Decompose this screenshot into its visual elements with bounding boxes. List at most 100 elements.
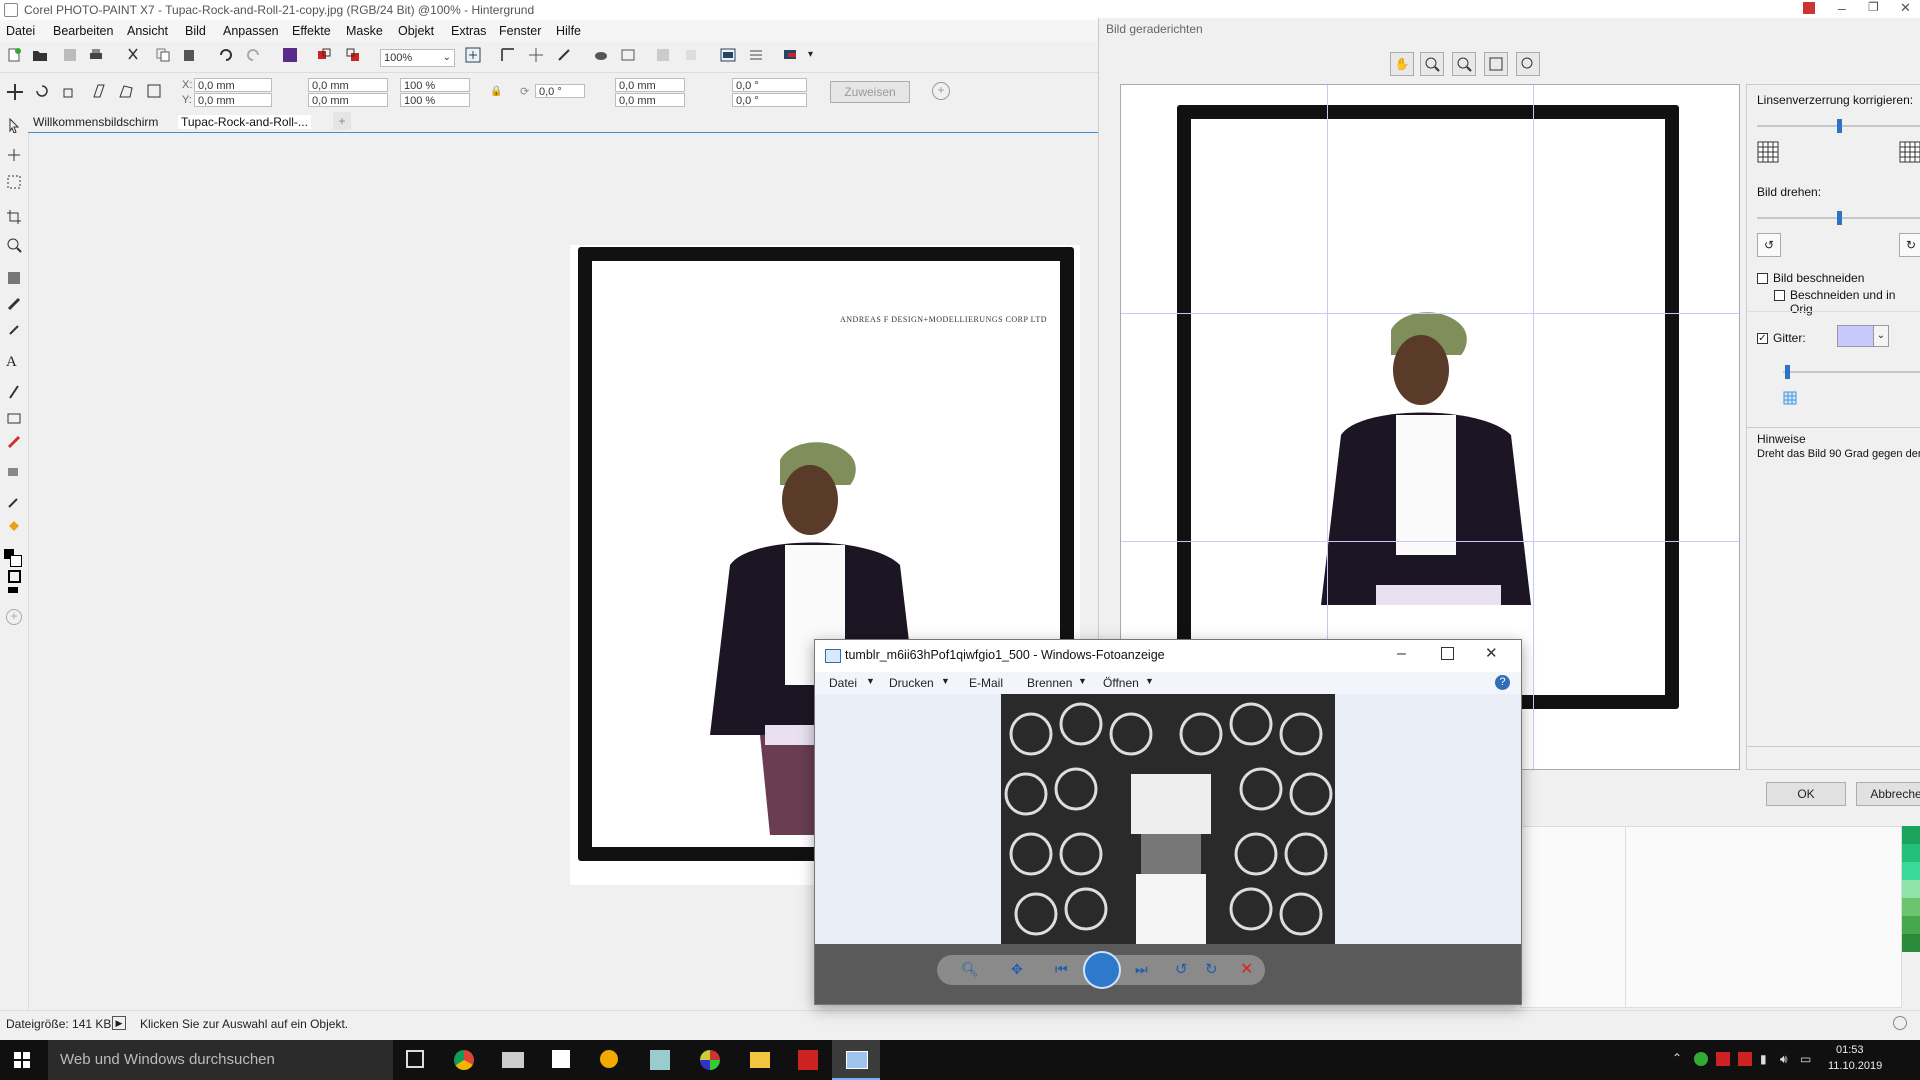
volume-icon[interactable]: 🔊︎	[1780, 1052, 1788, 1067]
photo-viewer-task[interactable]	[832, 1040, 880, 1080]
minimize-icon[interactable]: –	[1838, 0, 1846, 16]
security-icon[interactable]	[1694, 1052, 1708, 1066]
swap-colors-icon[interactable]	[8, 587, 18, 593]
clock-date[interactable]: 11.10.2019	[1828, 1060, 1882, 1072]
transform-tool-icon[interactable]	[6, 147, 22, 166]
crop-checkbox[interactable]	[1757, 273, 1768, 284]
app-icon[interactable]	[600, 1050, 618, 1068]
paste-icon[interactable]	[182, 47, 202, 67]
actual-size-icon[interactable]: ✥	[1011, 961, 1023, 978]
restore-icon[interactable]: ❐	[1868, 0, 1879, 14]
lock-icon[interactable]: 🔒	[490, 86, 502, 97]
paper-color-swatch[interactable]	[8, 570, 21, 583]
app-icon[interactable]	[502, 1052, 524, 1068]
previous-icon[interactable]: ⏮	[1055, 961, 1068, 978]
delete-icon[interactable]: ✕	[1240, 959, 1253, 979]
rotate-mode-icon[interactable]	[34, 83, 54, 103]
palette-swatch[interactable]	[1900, 898, 1920, 916]
zoom-select[interactable]: 100% ⌄	[380, 49, 455, 67]
distort-mode-icon[interactable]	[118, 83, 138, 103]
hand-icon[interactable]: ✋	[1390, 52, 1414, 76]
snap-icon[interactable]	[556, 47, 576, 67]
store-icon[interactable]	[552, 1050, 570, 1068]
open-icon[interactable]	[32, 47, 52, 67]
chevron-down-icon[interactable]: ▼	[866, 676, 875, 686]
effect-tool-icon[interactable]	[6, 384, 22, 403]
maximize-icon[interactable]	[1441, 647, 1454, 660]
zoom-tool-icon[interactable]	[6, 237, 22, 256]
new-icon[interactable]	[6, 47, 26, 67]
color-mode-icon[interactable]	[720, 47, 740, 67]
photo-app-icon[interactable]	[650, 1050, 670, 1070]
minimize-icon[interactable]: –	[1397, 645, 1406, 663]
mask-mode-icon[interactable]	[593, 47, 613, 67]
task-view-icon[interactable]	[406, 1050, 424, 1068]
menu-datei[interactable]: Datei	[6, 24, 35, 38]
file-explorer-icon[interactable]	[750, 1052, 770, 1068]
grid-size-slider-thumb[interactable]	[1785, 365, 1790, 379]
skew-v-field[interactable]: 0,0 °	[732, 93, 807, 107]
chevron-down-icon[interactable]: ▼	[941, 676, 950, 686]
user-icon[interactable]	[1803, 2, 1815, 14]
menu-effekte[interactable]: Effekte	[292, 24, 331, 38]
slideshow-button[interactable]	[1083, 951, 1121, 989]
rectangle-tool-icon[interactable]	[6, 410, 22, 429]
viewer-photo[interactable]	[1001, 694, 1335, 944]
notification-icon[interactable]: ▭	[1800, 1052, 1811, 1066]
zoom-in-icon[interactable]	[1420, 52, 1444, 76]
viewer-menu-oeffnen[interactable]: Öffnen	[1103, 676, 1139, 690]
zoom-out-icon[interactable]	[1452, 52, 1476, 76]
menu-objekt[interactable]: Objekt	[398, 24, 434, 38]
height-field[interactable]: 0,0 mm	[308, 93, 388, 107]
close-icon[interactable]: ✕	[1900, 0, 1911, 16]
scale-y-field[interactable]: 100 %	[400, 93, 470, 107]
text-tool-icon[interactable]: A	[6, 354, 17, 371]
palette-swatch[interactable]	[1900, 826, 1920, 844]
rotate-left-icon[interactable]: ↺	[1757, 233, 1781, 257]
width-field[interactable]: 0,0 mm	[308, 78, 388, 92]
grid-barrel-icon[interactable]	[1757, 141, 1779, 166]
menu-hilfe[interactable]: Hilfe	[556, 24, 581, 38]
import-icon[interactable]	[316, 47, 336, 67]
export-icon[interactable]	[345, 47, 365, 67]
menu-extras[interactable]: Extras	[451, 24, 486, 38]
apply-button[interactable]: Zuweisen	[830, 81, 910, 103]
rulers-icon[interactable]	[500, 47, 520, 67]
new-tab-icon[interactable]: +	[333, 112, 351, 130]
grid-size-slider[interactable]	[1783, 371, 1920, 373]
viewer-menu-brennen[interactable]: Brennen	[1027, 676, 1072, 690]
chevron-up-icon[interactable]: ⌃	[1672, 1051, 1682, 1065]
scale-mode-icon[interactable]	[62, 83, 82, 103]
mask-overlay-icon[interactable]	[620, 47, 640, 67]
viewer-menu-datei[interactable]: Datei	[829, 676, 857, 690]
clock-time[interactable]: 01:53	[1836, 1044, 1864, 1056]
grid-pincushion-icon[interactable]	[1899, 141, 1920, 166]
palette-swatch[interactable]	[1900, 880, 1920, 898]
next-icon[interactable]: ⏭	[1135, 961, 1148, 978]
cancel-button[interactable]: Abbreche	[1856, 782, 1920, 806]
x-field[interactable]: 0,0 mm	[194, 78, 272, 92]
palette-swatch[interactable]	[1900, 916, 1920, 934]
palette-swatch[interactable]	[1900, 934, 1920, 952]
menu-maske[interactable]: Maske	[346, 24, 383, 38]
status-settings-icon[interactable]	[1893, 1016, 1907, 1030]
menu-bild[interactable]: Bild	[185, 24, 206, 38]
zoom-fit-icon[interactable]	[1484, 52, 1508, 76]
transparency-tool-icon[interactable]	[6, 464, 22, 483]
print-icon[interactable]	[88, 47, 108, 67]
center-y-field[interactable]: 0,0 mm	[615, 93, 685, 107]
ok-button[interactable]: OK	[1766, 782, 1846, 806]
grid-color-picker[interactable]	[1837, 325, 1875, 347]
perspective-mode-icon[interactable]	[146, 83, 166, 103]
corel-icon[interactable]	[700, 1050, 720, 1070]
add-tool-icon[interactable]: +	[6, 609, 22, 625]
eraser-tool-icon[interactable]	[6, 322, 22, 341]
center-x-field[interactable]: 0,0 mm	[615, 78, 685, 92]
rotate-right-icon[interactable]: ↻	[1899, 233, 1920, 257]
object-picker-icon[interactable]	[655, 47, 675, 67]
redeye-tool-icon[interactable]	[6, 270, 22, 289]
rotate-cw-icon[interactable]: ↻	[1205, 960, 1218, 978]
mask-tool-icon[interactable]	[6, 174, 22, 193]
skew-h-field[interactable]: 0,0 °	[732, 78, 807, 92]
chevron-down-icon[interactable]: ⌄	[1873, 325, 1889, 347]
